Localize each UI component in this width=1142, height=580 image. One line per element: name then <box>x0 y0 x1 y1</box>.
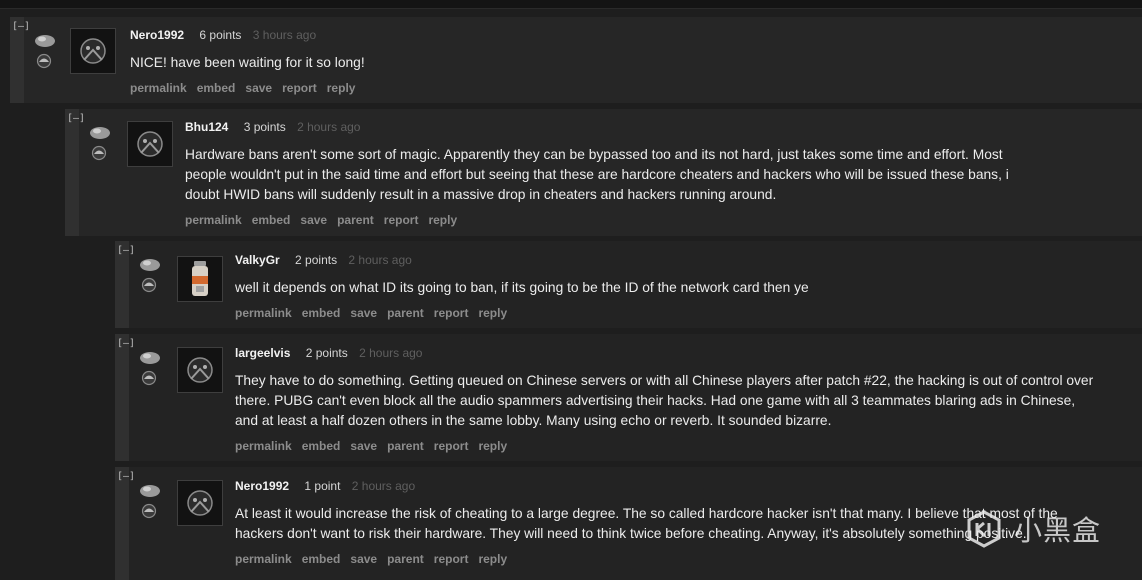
comment-tagline: Bhu124 3 points 2 hours ago <box>185 119 1045 135</box>
upvote-icon[interactable] <box>139 257 161 272</box>
comment-actions: permalink embed save parent report reply <box>185 213 1045 227</box>
downvote-icon[interactable] <box>140 503 158 519</box>
downvote-icon[interactable] <box>140 370 158 386</box>
upvote-icon[interactable] <box>89 125 111 140</box>
parent-button[interactable]: parent <box>387 306 424 320</box>
collapse-toggle[interactable]: [–] <box>117 471 135 483</box>
score: 2 points <box>295 253 338 267</box>
upvote-icon[interactable] <box>139 350 161 365</box>
comment-tagline: ValkyGr 2 points 2 hours ago <box>235 252 1115 268</box>
downvote-icon[interactable] <box>35 53 53 69</box>
reply-button[interactable]: reply <box>428 213 457 227</box>
vote-controls <box>89 125 115 161</box>
comment-body: Hardware bans aren't some sort of magic.… <box>185 147 1009 202</box>
comment: [–] largeelvis 2 points 2 hours ago They… <box>115 334 1142 461</box>
comment-body: NICE! have been waiting for it so long! <box>130 55 365 70</box>
parent-button[interactable]: parent <box>387 439 424 453</box>
permalink-button[interactable]: permalink <box>130 81 187 95</box>
bottle-avatar-icon <box>192 261 208 296</box>
vote-controls <box>139 350 165 386</box>
collapse-toggle[interactable]: [–] <box>117 245 135 257</box>
save-button[interactable]: save <box>300 213 327 227</box>
vote-controls <box>139 257 165 293</box>
parent-button[interactable]: parent <box>337 213 374 227</box>
timestamp: 2 hours ago <box>351 479 416 493</box>
avatar[interactable] <box>177 256 223 302</box>
avatar[interactable] <box>70 28 116 74</box>
parent-button[interactable]: parent <box>387 552 424 566</box>
score: 2 points <box>305 346 348 360</box>
wolf-avatar-icon <box>80 38 106 64</box>
embed-button[interactable]: embed <box>302 439 341 453</box>
comment-actions: permalink embed save parent report reply <box>235 306 1115 320</box>
reply-button[interactable]: reply <box>327 81 356 95</box>
permalink-button[interactable]: permalink <box>185 213 242 227</box>
collapse-toggle[interactable]: [–] <box>67 113 85 125</box>
author-link[interactable]: Nero1992 <box>235 479 289 493</box>
report-button[interactable]: report <box>282 81 317 95</box>
report-button[interactable]: report <box>434 306 469 320</box>
comment: [–] ValkyGr 2 points 2 hours ago well it… <box>115 241 1142 328</box>
comment-tagline: largeelvis 2 points 2 hours ago <box>235 345 1095 361</box>
wolf-avatar-icon <box>187 357 213 383</box>
collapse-toggle[interactable]: [–] <box>12 21 30 33</box>
comment: [–] Bhu124 3 points 2 hours ago Hardware… <box>65 109 1142 236</box>
wolf-avatar-icon <box>137 131 163 157</box>
collapse-toggle[interactable]: [–] <box>117 338 135 350</box>
xiaoheihe-logo-icon <box>967 510 1001 548</box>
author-link[interactable]: Nero1992 <box>130 28 184 42</box>
downvote-icon[interactable] <box>140 277 158 293</box>
comment-tagline: Nero1992 1 point 2 hours ago <box>235 478 1095 494</box>
embed-button[interactable]: embed <box>252 213 291 227</box>
report-button[interactable]: report <box>434 439 469 453</box>
score: 1 point <box>304 479 341 493</box>
author-link[interactable]: ValkyGr <box>235 253 280 267</box>
vote-controls <box>34 33 60 69</box>
vote-controls <box>139 483 165 519</box>
timestamp: 2 hours ago <box>359 346 423 360</box>
save-button[interactable]: save <box>350 439 377 453</box>
save-button[interactable]: save <box>350 306 377 320</box>
embed-button[interactable]: embed <box>302 306 341 320</box>
comment-actions: permalink embed save parent report reply <box>235 439 1095 453</box>
permalink-button[interactable]: permalink <box>235 552 292 566</box>
author-link[interactable]: Bhu124 <box>185 120 228 134</box>
report-button[interactable]: report <box>384 213 419 227</box>
score: 6 points <box>199 28 242 42</box>
reply-button[interactable]: reply <box>478 306 507 320</box>
permalink-button[interactable]: permalink <box>235 306 292 320</box>
comment-actions: permalink embed save report reply <box>130 81 1110 95</box>
comment: [–] Nero1992 6 points 3 hours ago NICE! … <box>10 17 1142 103</box>
comment-actions: permalink embed save parent report reply <box>235 552 1095 566</box>
save-button[interactable]: save <box>245 81 272 95</box>
permalink-button[interactable]: permalink <box>235 439 292 453</box>
avatar[interactable] <box>177 480 223 526</box>
upvote-icon[interactable] <box>139 483 161 498</box>
author-link[interactable]: largeelvis <box>235 346 290 360</box>
report-button[interactable]: report <box>434 552 469 566</box>
watermark: 小黑盒 <box>964 506 1124 552</box>
embed-button[interactable]: embed <box>302 552 341 566</box>
comment-tagline: Nero1992 6 points 3 hours ago <box>130 27 1110 43</box>
top-bar <box>0 0 1142 9</box>
wolf-avatar-icon <box>187 490 213 516</box>
downvote-icon[interactable] <box>90 145 108 161</box>
avatar[interactable] <box>127 121 173 167</box>
comment-body: They have to do something. Getting queue… <box>235 373 1094 428</box>
timestamp: 2 hours ago <box>348 253 412 267</box>
timestamp: 2 hours ago <box>297 120 361 134</box>
timestamp: 3 hours ago <box>252 28 317 42</box>
watermark-text: 小黑盒 <box>1014 514 1102 547</box>
embed-button[interactable]: embed <box>197 81 236 95</box>
reply-button[interactable]: reply <box>478 439 507 453</box>
save-button[interactable]: save <box>350 552 377 566</box>
upvote-icon[interactable] <box>34 33 56 48</box>
comment-body: well it depends on what ID its going to … <box>235 280 809 295</box>
avatar[interactable] <box>177 347 223 393</box>
score: 3 points <box>243 120 286 134</box>
reply-button[interactable]: reply <box>478 552 507 566</box>
